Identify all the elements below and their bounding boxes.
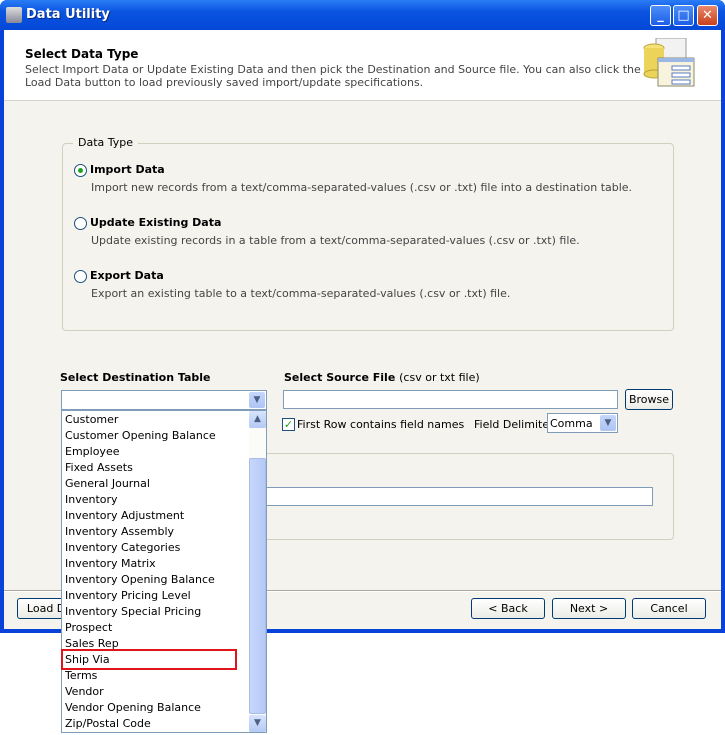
- chevron-down-icon[interactable]: ▼: [249, 392, 265, 408]
- list-item[interactable]: Employee: [65, 444, 119, 460]
- list-item[interactable]: Prospect: [65, 620, 112, 636]
- update-data-description: Update existing records in a table from …: [91, 234, 580, 247]
- first-row-checkbox[interactable]: ✓: [282, 418, 295, 431]
- list-item[interactable]: General Journal: [65, 476, 150, 492]
- maximize-button[interactable]: □: [673, 5, 694, 26]
- delimiter-value: Comma: [550, 417, 593, 430]
- list-item[interactable]: Zip/Postal Code: [65, 716, 151, 732]
- list-item[interactable]: Terms: [65, 668, 97, 684]
- list-item[interactable]: Inventory Pricing Level: [65, 588, 191, 604]
- source-hint: (csv or txt file): [399, 371, 480, 384]
- scroll-thumb[interactable]: [249, 458, 266, 714]
- next-button[interactable]: Next >: [552, 598, 626, 619]
- import-data-radio[interactable]: [74, 164, 87, 177]
- list-item[interactable]: Fixed Assets: [65, 460, 133, 476]
- wizard-header: Select Data Type Select Import Data or U…: [4, 30, 721, 101]
- scroll-down-icon[interactable]: ▼: [249, 715, 266, 732]
- export-data-label[interactable]: Export Data: [90, 269, 164, 282]
- list-item[interactable]: Inventory Assembly: [65, 524, 174, 540]
- page-title: Select Data Type: [25, 47, 139, 61]
- title-bar[interactable]: Data Utility _ □ ✕: [0, 0, 725, 30]
- window-title: Data Utility: [26, 7, 110, 22]
- list-item[interactable]: Inventory Categories: [65, 540, 180, 556]
- first-row-label[interactable]: First Row contains field names: [297, 418, 464, 431]
- data-type-group: Data Type Import Data Import new records…: [62, 136, 674, 331]
- delimiter-label: Field Delimiter: [474, 418, 554, 431]
- close-button[interactable]: ✕: [697, 5, 718, 26]
- list-item[interactable]: Inventory: [65, 492, 118, 508]
- update-data-radio[interactable]: [74, 217, 87, 230]
- source-file-input[interactable]: [283, 390, 618, 409]
- source-label: Select Source File (csv or txt file): [284, 371, 480, 384]
- export-data-description: Export an existing table to a text/comma…: [91, 287, 511, 300]
- import-data-description: Import new records from a text/comma-sep…: [91, 181, 633, 194]
- destination-dropdown-list[interactable]: Customer Customer Opening Balance Employee…: [61, 410, 267, 733]
- list-item[interactable]: Customer: [65, 412, 118, 428]
- back-button[interactable]: < Back: [471, 598, 545, 619]
- import-data-label[interactable]: Import Data: [90, 163, 165, 176]
- database-form-icon: [643, 38, 695, 87]
- browse-button[interactable]: Browse: [625, 389, 673, 410]
- list-item[interactable]: Inventory Special Pricing: [65, 604, 201, 620]
- list-scrollbar[interactable]: ▲ ▼: [249, 411, 266, 732]
- list-item[interactable]: Vendor: [65, 684, 104, 700]
- chevron-down-icon[interactable]: ▼: [600, 415, 616, 431]
- destination-label: Select Destination Table: [60, 371, 211, 384]
- delimiter-select[interactable]: Comma ▼: [547, 413, 618, 433]
- cancel-button[interactable]: Cancel: [632, 598, 706, 619]
- list-item[interactable]: Inventory Matrix: [65, 556, 156, 572]
- list-item[interactable]: Inventory Opening Balance: [65, 572, 215, 588]
- app-icon: [6, 7, 22, 23]
- highlight-box: [61, 649, 237, 670]
- destination-combo[interactable]: ▼: [61, 390, 267, 410]
- scroll-up-icon[interactable]: ▲: [249, 411, 266, 428]
- list-item[interactable]: Vendor Opening Balance: [65, 700, 201, 716]
- data-type-legend: Data Type: [73, 136, 139, 149]
- minimize-button[interactable]: _: [650, 5, 671, 26]
- list-item[interactable]: Customer Opening Balance: [65, 428, 216, 444]
- export-data-radio[interactable]: [74, 270, 87, 283]
- update-data-label[interactable]: Update Existing Data: [90, 216, 221, 229]
- list-item[interactable]: Inventory Adjustment: [65, 508, 184, 524]
- options-input[interactable]: [263, 487, 653, 506]
- page-description: Select Import Data or Update Existing Da…: [25, 63, 641, 89]
